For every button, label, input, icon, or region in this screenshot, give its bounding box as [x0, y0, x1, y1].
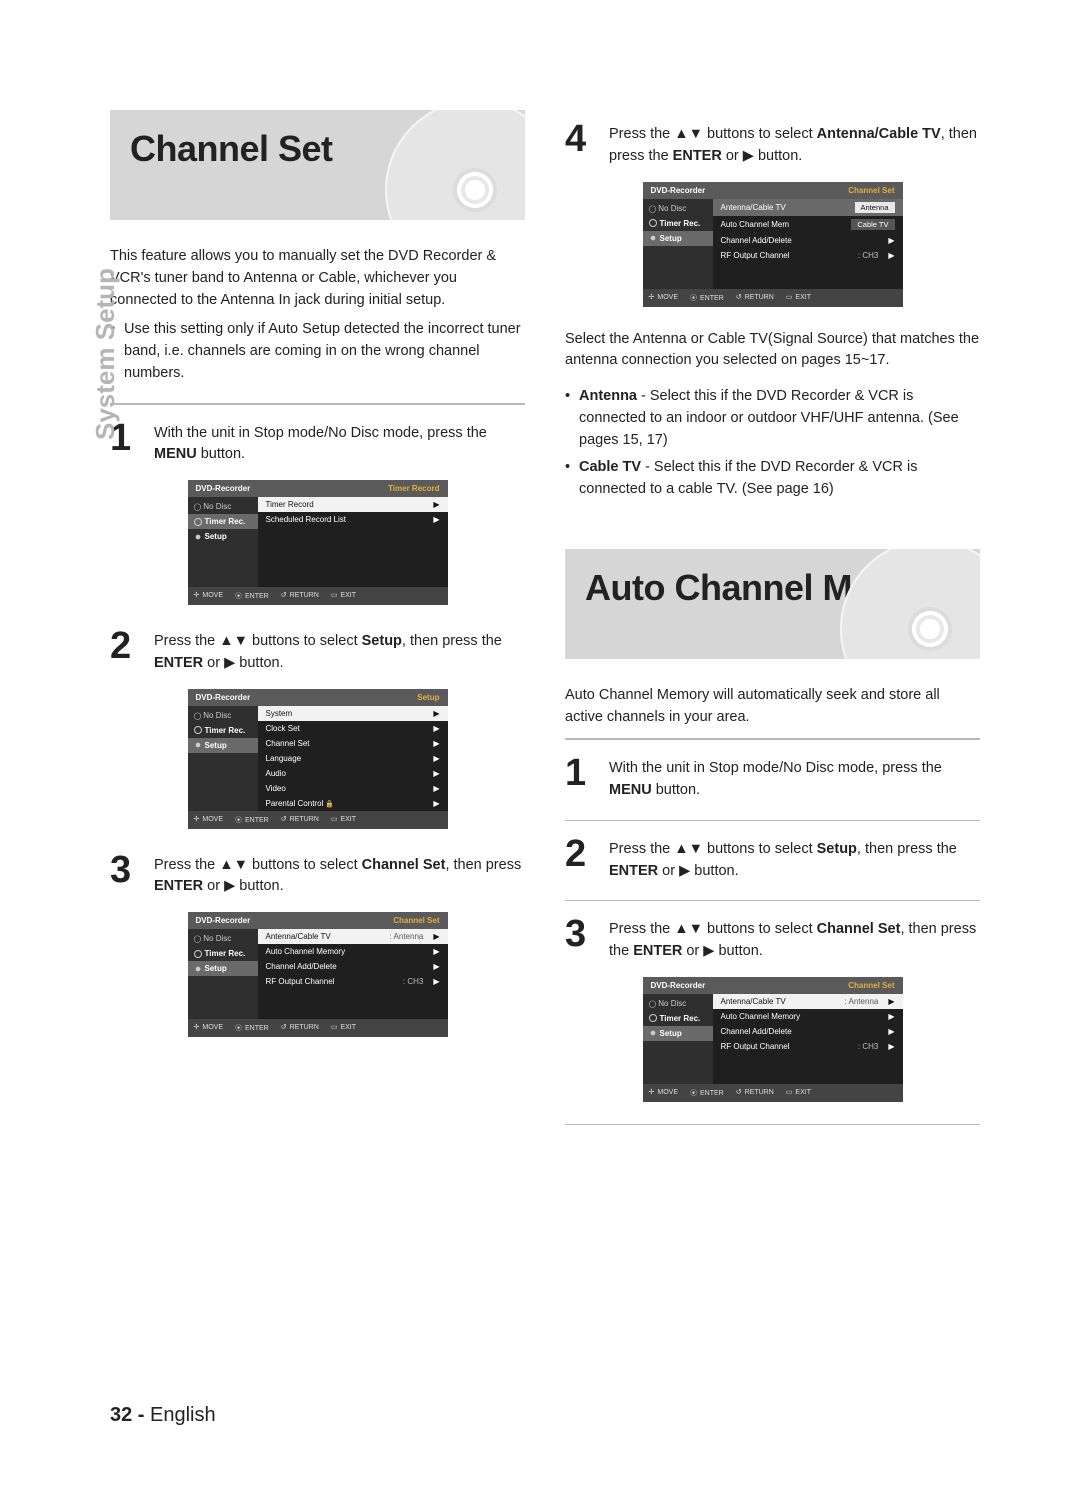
- section-header-auto-channel: Auto Channel Memory: [565, 549, 980, 659]
- clock-icon: [649, 219, 657, 227]
- acm-step-1: 1 With the unit in Stop mode/No Disc mod…: [565, 754, 980, 802]
- clock-icon: [649, 1014, 657, 1022]
- osd-setup-menu: DVD-RecorderSetup No Disc Timer Rec. Set…: [188, 689, 448, 829]
- gear-icon: [194, 533, 202, 541]
- step-3: 3 Press the ▲▼ buttons to select Channel…: [110, 851, 525, 899]
- clock-icon: [194, 726, 202, 734]
- osd-channel-set: DVD-RecorderChannel Set No Disc Timer Re…: [188, 912, 448, 1037]
- osd-channel-set-2: DVD-RecorderChannel Set No Disc Timer Re…: [643, 977, 903, 1102]
- step-1: 1 With the unit in Stop mode/No Disc mod…: [110, 419, 525, 467]
- gear-icon: [194, 965, 202, 973]
- step-2: 2 Press the ▲▼ buttons to select Setup, …: [110, 627, 525, 675]
- divider: [565, 738, 980, 740]
- side-timer-rec: Timer Rec.: [188, 514, 258, 529]
- gear-icon: [649, 234, 657, 242]
- osd-timer-record: DVD-RecorderTimer Record No Disc Timer R…: [188, 480, 448, 605]
- right-column: 4 Press the ▲▼ buttons to select Antenna…: [565, 110, 980, 1139]
- side-tab-label: System Setup: [90, 268, 121, 440]
- acm-step-2: 2 Press the ▲▼ buttons to select Setup, …: [565, 835, 980, 883]
- gear-icon: [649, 1029, 657, 1037]
- bullet-cable: • Cable TV - Select this if the DVD Reco…: [565, 457, 980, 501]
- clock-icon: [194, 518, 202, 526]
- page-footer: 32 - English: [110, 1404, 216, 1427]
- divider: [565, 1124, 980, 1125]
- side-setup: Setup: [188, 529, 258, 544]
- clock-icon: [194, 950, 202, 958]
- after-osd-text: Select the Antenna or Cable TV(Signal So…: [565, 329, 980, 373]
- divider: [565, 900, 980, 901]
- left-column: Channel Set This feature allows you to m…: [110, 110, 525, 1139]
- section-header-channel-set: Channel Set: [110, 110, 525, 220]
- intro-text: This feature allows you to manually set …: [110, 246, 525, 311]
- divider: [565, 820, 980, 821]
- osd-antenna-cable-select: DVD-RecorderChannel Set No Disc Timer Re…: [643, 182, 903, 307]
- divider: [110, 403, 525, 405]
- intro-text-2: Auto Channel Memory will automatically s…: [565, 685, 980, 729]
- intro-bullet: • Use this setting only if Auto Setup de…: [110, 319, 525, 384]
- acm-step-3: 3 Press the ▲▼ buttons to select Channel…: [565, 915, 980, 963]
- bullet-antenna: • Antenna - Select this if the DVD Recor…: [565, 386, 980, 451]
- gear-icon: [194, 741, 202, 749]
- step-4: 4 Press the ▲▼ buttons to select Antenna…: [565, 120, 980, 168]
